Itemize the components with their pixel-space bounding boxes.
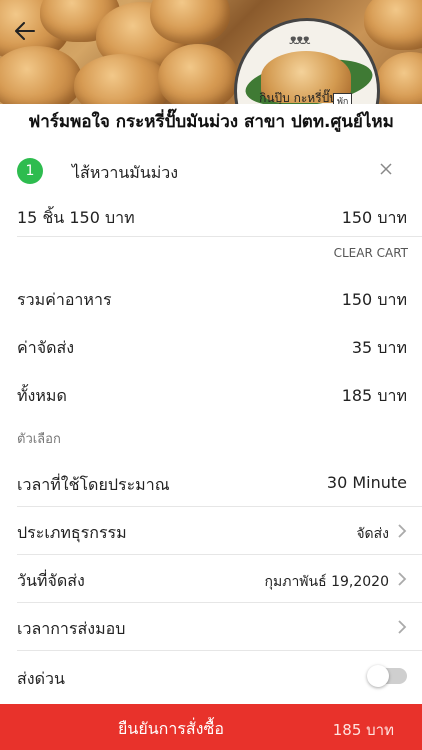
options-section-label: ตัวเลือก	[17, 432, 61, 447]
delivery-date-label: วันที่จัดส่ง	[17, 571, 85, 590]
transaction-type-row[interactable]: ประเภทธุรกรรม จัดส่ง	[17, 516, 407, 546]
food-total-value: 150 บาท	[341, 290, 407, 309]
delivery-fee-label: ค่าจัดส่ง	[17, 338, 75, 357]
arrow-left-icon	[15, 22, 35, 40]
shop-title: ฟาร์มพอใจ กระหรี่ปั๊บมันม่วง สาขา ปตท.ศู…	[28, 112, 394, 132]
divider	[17, 554, 422, 555]
food-total-label: รวมค่าอาหาร	[17, 290, 112, 309]
delivery-time-label: เวลาการส่งมอบ	[17, 619, 126, 638]
delivery-fee-row: ค่าจัดส่ง 35 บาท	[17, 331, 407, 361]
close-icon	[380, 163, 392, 175]
divider	[17, 650, 422, 651]
delivery-date-value: กุมภาพันธ์ 19,2020	[264, 574, 389, 590]
toggle-knob	[367, 665, 389, 687]
cart-item-name: ไส้หวานมันม่วง	[72, 163, 179, 182]
confirm-order-label: ยืนยันการสั่งซื้อ	[118, 719, 224, 738]
chevron-right-icon	[398, 620, 407, 634]
urgent-row: ส่งด่วน	[17, 662, 407, 692]
footer-total: 185 บาท	[332, 721, 394, 739]
grand-total-value: 185 บาท	[341, 386, 407, 405]
cart-item-row: 1 ไส้หวานมันม่วง	[0, 152, 422, 190]
divider	[17, 506, 422, 507]
transaction-type-label: ประเภทธุรกรรม	[17, 523, 127, 542]
delivery-date-row[interactable]: วันที่จัดส่ง กุมภาพันธ์ 19,2020	[17, 564, 407, 594]
urgent-label: ส่งด่วน	[17, 669, 65, 688]
grand-total-row: ทั้งหมด 185 บาท	[17, 379, 407, 409]
package-label: 15 ชิ้น 150 บาท	[17, 208, 135, 227]
transaction-type-value: จัดส่ง	[356, 526, 389, 542]
food-total-row: รวมค่าอาหาร 150 บาท	[17, 283, 407, 313]
logo-tag: พัก	[333, 93, 353, 104]
package-price: 150 บาท	[341, 208, 407, 227]
back-button[interactable]	[8, 14, 42, 48]
package-row: 15 ชิ้น 150 บาท 150 บาท	[17, 201, 407, 231]
confirm-order-button[interactable]: ยืนยันการสั่งซื้อ 185 บาท	[0, 704, 422, 750]
delivery-time-row[interactable]: เวลาการส่งมอบ	[17, 612, 407, 642]
chevron-right-icon	[398, 572, 407, 586]
grand-total-label: ทั้งหมด	[17, 386, 67, 405]
urgent-toggle[interactable]	[367, 665, 407, 687]
quantity-badge: 1	[17, 158, 43, 184]
clear-cart-button[interactable]: CLEAR CART	[334, 246, 408, 260]
shop-hero-image: ᴥᴥᴥ กินปุ๊บ กะหรี่ปั๊บ พัก	[0, 0, 422, 104]
divider	[17, 602, 422, 603]
chevron-right-icon	[398, 524, 407, 538]
remove-item-button[interactable]	[376, 159, 396, 179]
delivery-fee-value: 35 บาท	[351, 338, 407, 357]
est-time-label: เวลาที่ใช้โดยประมาณ	[17, 475, 170, 494]
divider	[17, 236, 422, 237]
est-time-row: เวลาที่ใช้โดยประมาณ 30 Minute	[17, 468, 407, 498]
est-time-value: 30 Minute	[326, 473, 407, 492]
shop-logo: ᴥᴥᴥ กินปุ๊บ กะหรี่ปั๊บ พัก	[234, 18, 380, 104]
sprig-icon: ᴥᴥᴥ	[289, 32, 310, 48]
